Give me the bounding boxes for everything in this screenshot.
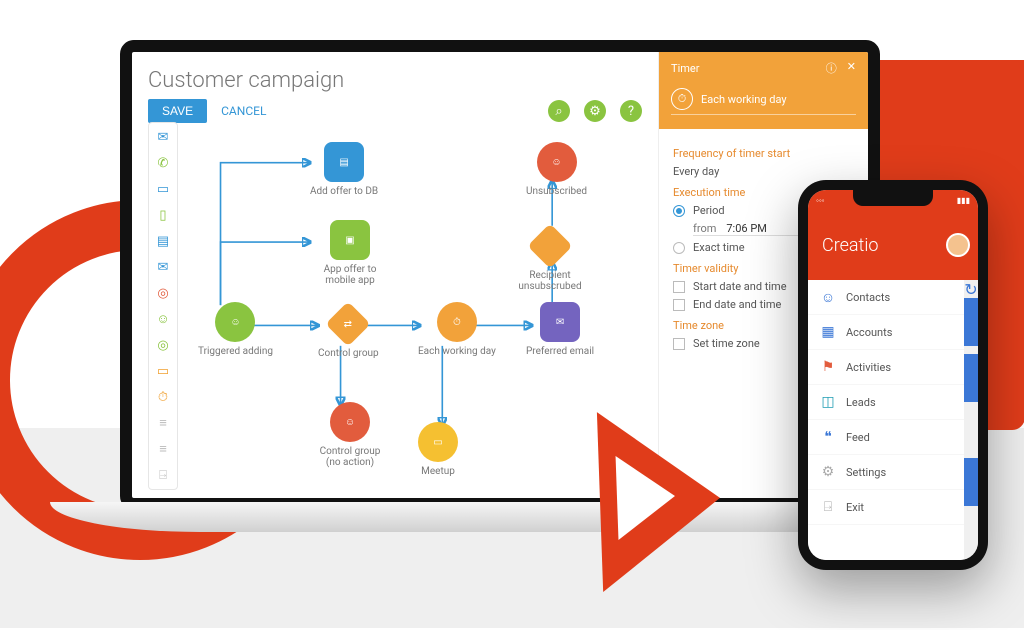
- nav-item-accounts[interactable]: ▦ Accounts: [808, 315, 964, 350]
- campaign-canvas[interactable]: ☺ Triggered adding ▤ Add offer to DB ▣ A…: [190, 122, 658, 498]
- calendar-icon: ▭: [418, 422, 458, 462]
- timer-name-input[interactable]: Each working day: [701, 93, 787, 106]
- phone-frame: ◦◦◦ 9:41 ▮▮▮ Creatio ☺Contacts▦Accounts⚑…: [798, 180, 988, 570]
- list-remove-icon[interactable]: ≡: [153, 439, 173, 459]
- nav-item-exit[interactable]: ⍈ Exit: [808, 490, 964, 525]
- segment-icon[interactable]: ◎: [153, 335, 173, 355]
- nav-label: Activities: [846, 361, 891, 374]
- target-icon[interactable]: ◎: [153, 283, 173, 303]
- activities-icon: ⚑: [820, 359, 836, 375]
- nav-item-feed[interactable]: ❝ Feed: [808, 420, 964, 455]
- phone-icon[interactable]: ✆: [153, 153, 173, 173]
- node-label: Meetup: [421, 466, 455, 477]
- node-label: Each working day: [418, 346, 496, 357]
- node-label: Control group (no action): [320, 446, 381, 468]
- nav-item-leads[interactable]: ◫ Leads: [808, 385, 964, 420]
- split-icon: ⇄: [326, 301, 371, 346]
- node-label: Control group: [318, 348, 379, 359]
- timer-icon: ⏱: [671, 88, 693, 110]
- nav-label: Contacts: [846, 291, 890, 304]
- contact-icon: ☺: [537, 142, 577, 182]
- contacts-icon: ☺: [820, 289, 836, 305]
- contact-icon: ☺: [330, 402, 370, 442]
- nav-label: Feed: [846, 431, 870, 444]
- node-control-group-no-action[interactable]: ☺ Control group (no action): [310, 402, 390, 468]
- timer-icon[interactable]: ⏱: [153, 387, 173, 407]
- laptop-screen: Customer campaign SAVE CANCEL ⌕ ⚙ ? ✉ ✆ ▭ ▯…: [120, 40, 880, 510]
- feed-icon: ❝: [820, 429, 836, 445]
- sms-icon[interactable]: ✉: [153, 257, 173, 277]
- exit-icon[interactable]: ⍈: [153, 465, 173, 485]
- accounts-icon: ▦: [820, 324, 836, 340]
- checkbox-icon: [673, 338, 685, 350]
- save-button[interactable]: SAVE: [148, 99, 207, 123]
- cancel-button[interactable]: CANCEL: [221, 104, 266, 118]
- node-app-offer-mobile[interactable]: ▣ App offer to mobile app: [310, 220, 390, 286]
- phone-screen: ◦◦◦ 9:41 ▮▮▮ Creatio ☺Contacts▦Accounts⚑…: [808, 190, 978, 560]
- nav-label: Settings: [846, 466, 886, 479]
- from-time-input[interactable]: 7:06 PM: [726, 222, 766, 235]
- node-meetup[interactable]: ▭ Meetup: [418, 422, 458, 477]
- landing-icon[interactable]: ▤: [153, 231, 173, 251]
- gear-icon[interactable]: ⚙: [584, 100, 606, 122]
- node-recipient-unsub[interactable]: Recipient unsubscrubed: [514, 226, 586, 292]
- split-icon: [527, 223, 572, 268]
- node-label: Triggered adding: [198, 346, 273, 357]
- exit-icon: ⍈: [820, 499, 836, 515]
- list-add-icon[interactable]: ≡: [153, 413, 173, 433]
- nav-item-settings[interactable]: ⚙ Settings: [808, 455, 964, 490]
- element-palette: ✉ ✆ ▭ ▯ ▤ ✉ ◎ ☺ ◎ ▭ ⏱ ≡ ≡ ⍈: [148, 122, 178, 490]
- brand-logo: Creatio: [822, 235, 878, 256]
- radio-icon: [673, 205, 685, 217]
- phone-nav: ☺ Contacts ▦ Accounts ⚑ Activities ◫ Leads ❝ Feed…: [808, 280, 964, 560]
- checkbox-icon: [673, 281, 685, 293]
- email-icon: ✉: [540, 302, 580, 342]
- node-label: Add offer to DB: [310, 186, 378, 197]
- close-icon[interactable]: ✕: [847, 60, 856, 76]
- node-preferred-email[interactable]: ✉ Preferred email: [526, 302, 594, 357]
- search-icon[interactable]: ⌕: [548, 100, 570, 122]
- email-icon[interactable]: ✉: [153, 127, 173, 147]
- mobile-icon: ▣: [330, 220, 370, 260]
- node-triggered-adding[interactable]: ☺ Triggered adding: [198, 302, 273, 357]
- node-label: Recipient unsubscrubed: [514, 270, 586, 292]
- mobile-icon[interactable]: ▯: [153, 205, 173, 225]
- timer-icon: ⏱: [437, 302, 477, 342]
- panel-title: Timer: [671, 62, 699, 75]
- settings-icon: ⚙: [820, 464, 836, 480]
- node-label: Unsubscribed: [526, 186, 587, 197]
- checkbox-icon: [673, 299, 685, 311]
- nav-label: Exit: [846, 501, 864, 514]
- window-icon[interactable]: ▭: [153, 179, 173, 199]
- page-title: Customer campaign: [148, 68, 642, 93]
- nav-item-activities[interactable]: ⚑ Activities: [808, 350, 964, 385]
- nav-item-contacts[interactable]: ☺ Contacts: [808, 280, 964, 315]
- radio-icon: [673, 242, 685, 254]
- laptop-frame: Customer campaign SAVE CANCEL ⌕ ⚙ ? ✉ ✆ ▭ ▯…: [100, 30, 900, 570]
- node-label: Preferred email: [526, 346, 594, 357]
- node-unsubscribed[interactable]: ☺ Unsubscribed: [526, 142, 587, 197]
- contact-icon: ☺: [215, 302, 255, 342]
- window-icon: ▤: [324, 142, 364, 182]
- nav-label: Leads: [846, 396, 876, 409]
- section-frequency: Frequency of timer start: [673, 147, 854, 160]
- node-control-group[interactable]: ⇄ Control group: [318, 304, 379, 359]
- leads-icon: ◫: [820, 394, 836, 410]
- info-icon[interactable]: ⓘ: [826, 60, 837, 76]
- node-label: App offer to mobile app: [310, 264, 390, 286]
- frequency-value[interactable]: Every day: [673, 165, 854, 178]
- folder-icon[interactable]: ▭: [153, 361, 173, 381]
- avatar[interactable]: [946, 233, 970, 257]
- node-each-working-day[interactable]: ⏱ Each working day: [418, 302, 496, 357]
- node-add-offer-db[interactable]: ▤ Add offer to DB: [310, 142, 378, 197]
- contact-icon[interactable]: ☺: [153, 309, 173, 329]
- help-icon[interactable]: ?: [620, 100, 642, 122]
- from-label: from: [693, 222, 716, 235]
- nav-label: Accounts: [846, 326, 892, 339]
